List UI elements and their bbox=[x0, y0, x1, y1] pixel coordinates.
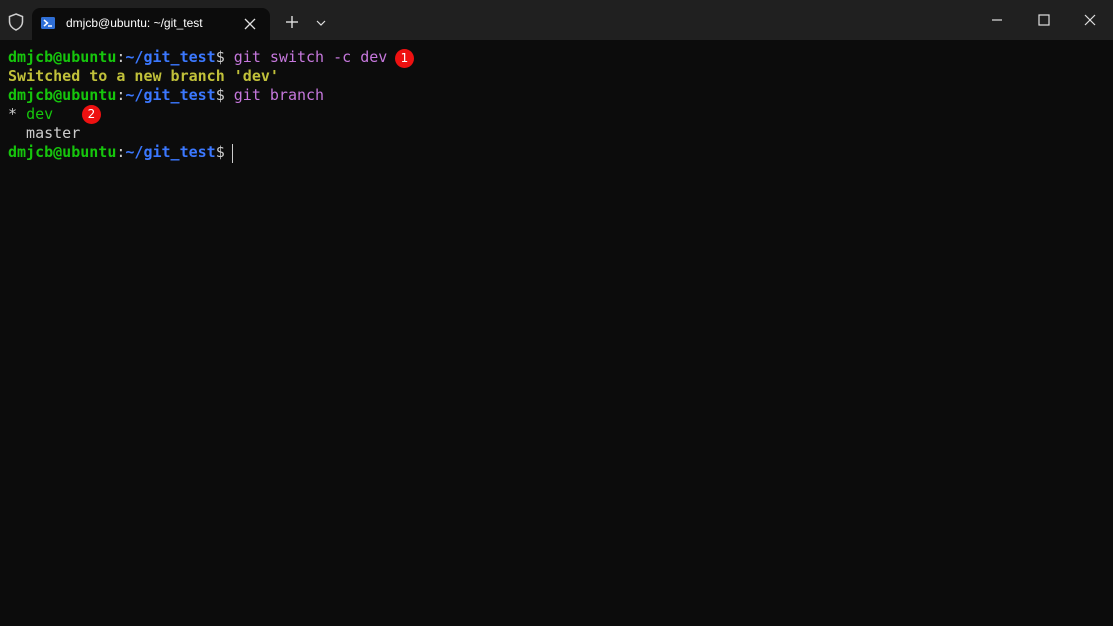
terminal-line: Switched to a new branch 'dev' bbox=[8, 67, 279, 86]
tab-title: dmjcb@ubuntu: ~/git_test bbox=[66, 16, 203, 30]
tab-active[interactable]: dmjcb@ubuntu: ~/git_test bbox=[32, 8, 270, 40]
terminal-output[interactable]: dmjcb@ubuntu:~/git_test$ git switch -c d… bbox=[0, 40, 1113, 626]
terminal-line: * dev bbox=[8, 105, 53, 124]
prompt-user: dmjcb@ubuntu bbox=[8, 48, 117, 66]
branch-name: master bbox=[8, 124, 81, 142]
prompt-dollar: $ bbox=[215, 86, 225, 104]
prompt-dollar: $ bbox=[215, 48, 225, 66]
annotation-badge: 2 bbox=[82, 105, 101, 124]
maximize-icon[interactable] bbox=[1033, 9, 1055, 31]
prompt-user: dmjcb@ubuntu bbox=[8, 86, 117, 104]
terminal-line: dmjcb@ubuntu:~/git_test$ git switch -c d… bbox=[8, 48, 387, 67]
shield-icon[interactable] bbox=[4, 10, 28, 34]
prompt-path: ~/git_test bbox=[125, 48, 216, 66]
terminal-line: master bbox=[8, 124, 80, 143]
chevron-down-icon[interactable] bbox=[312, 14, 330, 32]
prompt-user: dmjcb@ubuntu bbox=[8, 143, 117, 161]
minimize-icon[interactable] bbox=[986, 9, 1008, 31]
title-bar: dmjcb@ubuntu: ~/git_test bbox=[0, 0, 1113, 40]
command-text: git branch bbox=[224, 86, 325, 104]
prompt-path: ~/git_test bbox=[125, 143, 216, 161]
terminal-line: dmjcb@ubuntu:~/git_test$ git branch bbox=[8, 86, 324, 105]
output-text: Switched to a new branch 'dev' bbox=[8, 67, 279, 85]
current-branch-marker: * bbox=[8, 105, 27, 123]
close-icon[interactable] bbox=[242, 16, 258, 32]
text-cursor bbox=[232, 144, 233, 163]
prompt-dollar: $ bbox=[215, 143, 225, 161]
powershell-icon bbox=[41, 16, 55, 30]
terminal-line: dmjcb@ubuntu:~/git_test$ bbox=[8, 143, 234, 162]
command-text: git switch -c dev bbox=[224, 48, 388, 66]
annotation-badge: 1 bbox=[395, 49, 414, 68]
plus-icon[interactable] bbox=[282, 12, 302, 32]
current-branch-name: dev bbox=[26, 105, 54, 123]
close-window-icon[interactable] bbox=[1079, 9, 1101, 31]
prompt-path: ~/git_test bbox=[125, 86, 216, 104]
